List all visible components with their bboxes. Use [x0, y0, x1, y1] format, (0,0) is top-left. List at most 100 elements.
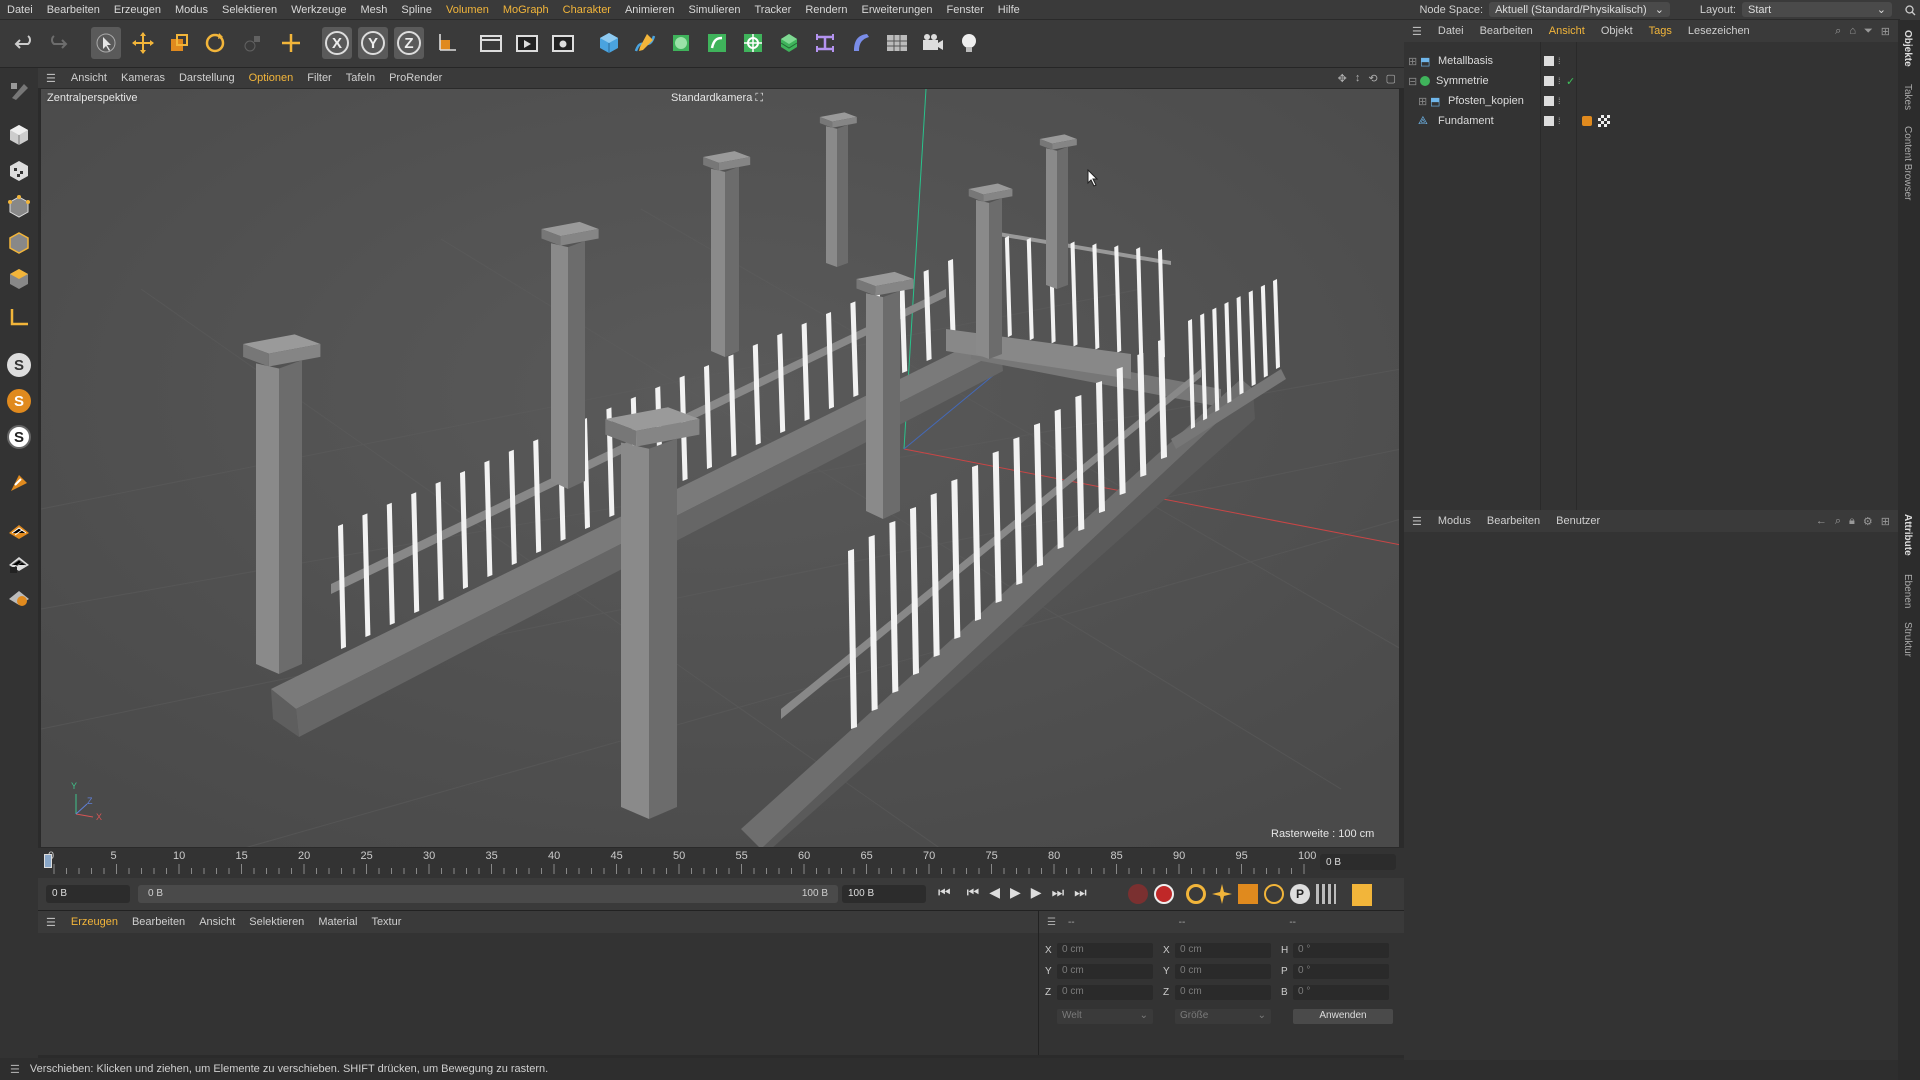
viewport-menu-optionen[interactable]: Optionen [242, 72, 301, 84]
rotate-view-icon[interactable]: ⟲ [1368, 72, 1377, 85]
workplane-snap-icon[interactable]: S [4, 422, 34, 452]
object-menu-datei[interactable]: Datei [1430, 25, 1472, 37]
tab-attribute[interactable]: Attribute [1902, 514, 1913, 556]
tab-takes[interactable]: Takes [1902, 84, 1913, 110]
coord-pos-x-field[interactable]: 0 cm [1057, 943, 1153, 958]
search-icon[interactable] [1900, 0, 1920, 20]
goto-end-icon[interactable]: ⏭ [1074, 884, 1087, 901]
object-row-symmetrie[interactable]: ⊟ Symmetrie ⁞ ✓ [1404, 72, 1898, 90]
coord-size-x-field[interactable]: 0 cm [1175, 943, 1271, 958]
menu-erweiterungen[interactable]: Erweiterungen [855, 4, 940, 16]
material-menu-ansicht[interactable]: Ansicht [192, 916, 242, 928]
menu-erzeugen[interactable]: Erzeugen [107, 4, 168, 16]
cloner-icon[interactable] [738, 27, 768, 59]
coord-size-z-field[interactable]: 0 cm [1175, 985, 1271, 1000]
menu-werkzeuge[interactable]: Werkzeuge [284, 4, 353, 16]
menu-simulieren[interactable]: Simulieren [682, 4, 748, 16]
attribute-menu-modus[interactable]: Modus [1430, 515, 1479, 527]
viewport-menu-tafeln[interactable]: Tafeln [339, 72, 382, 84]
light-icon[interactable] [954, 27, 984, 59]
points-mode-icon[interactable] [4, 192, 34, 222]
tab-struktur[interactable]: Struktur [1902, 622, 1913, 657]
menu-mesh[interactable]: Mesh [354, 4, 395, 16]
scale-key-icon[interactable] [1238, 884, 1258, 904]
tab-ebenen[interactable]: Ebenen [1902, 574, 1913, 608]
floor-environment-icon[interactable] [882, 27, 912, 59]
hamburger-icon[interactable]: ☰ [1039, 917, 1064, 928]
menu-fenster[interactable]: Fenster [939, 4, 990, 16]
add-object-icon[interactable] [276, 27, 306, 59]
record-key-icon[interactable] [1128, 884, 1148, 904]
timeline-window-icon[interactable] [1352, 884, 1372, 906]
playhead[interactable] [44, 854, 52, 868]
play-icon[interactable]: ▶ [1010, 884, 1021, 901]
menu-spline[interactable]: Spline [394, 4, 439, 16]
search-icon[interactable]: ⌕ [1835, 515, 1841, 528]
node-space-dropdown[interactable]: Aktuell (Standard/Physikalisch) ⌄ [1489, 2, 1670, 17]
live-selection-icon[interactable] [238, 27, 268, 59]
coord-pos-y-field[interactable]: 0 cm [1057, 964, 1153, 979]
parameter-key-icon[interactable]: P [1290, 884, 1310, 904]
new-window-icon[interactable]: ⊞ [1881, 515, 1890, 528]
menu-rendern[interactable]: Rendern [798, 4, 854, 16]
edges-mode-icon[interactable] [4, 228, 34, 258]
next-frame-icon[interactable]: ▶ [1031, 884, 1042, 901]
object-row-metallbasis[interactable]: ⊞ ⬒ Metallbasis ⁞ [1404, 52, 1898, 70]
x-axis-lock-icon[interactable]: X [322, 27, 352, 59]
locked-workplane-icon[interactable] [4, 548, 34, 578]
material-menu-material[interactable]: Material [311, 916, 364, 928]
home-icon[interactable]: ⌂ [1849, 25, 1856, 38]
prev-key-icon[interactable]: ⏮ [967, 884, 980, 901]
layer-checkbox-icon[interactable] [1544, 56, 1554, 66]
menu-modus[interactable]: Modus [168, 4, 215, 16]
expand-icon[interactable]: ⊟ [1408, 75, 1418, 88]
menu-hilfe[interactable]: Hilfe [991, 4, 1027, 16]
menu-datei[interactable]: Datei [0, 4, 40, 16]
render-icon[interactable] [512, 27, 542, 59]
cube-object-icon[interactable] [594, 27, 624, 59]
camera-label[interactable]: Standardkamera ⛶ [671, 92, 763, 105]
model-mode-icon[interactable] [4, 120, 34, 150]
settings-icon[interactable]: ⚙ [1863, 515, 1873, 528]
viewport-menu-darstellung[interactable]: Darstellung [172, 72, 242, 84]
range-slider[interactable]: 0 B 100 B [138, 885, 838, 903]
menu-mograph[interactable]: MoGraph [496, 4, 556, 16]
autokey-icon[interactable] [1154, 884, 1174, 904]
rotation-key-icon[interactable] [1264, 884, 1284, 904]
coord-rot-p-field[interactable]: 0 ° [1293, 964, 1389, 979]
hamburger-icon[interactable]: ☰ [38, 72, 64, 85]
position-key-icon[interactable] [1212, 884, 1232, 904]
layer-checkbox-icon[interactable] [1544, 96, 1554, 106]
layer-checkbox-icon[interactable] [1544, 116, 1554, 126]
coord-space-dropdown[interactable]: Welt ⌄ [1057, 1009, 1153, 1024]
menu-tracker[interactable]: Tracker [747, 4, 798, 16]
next-key-icon[interactable]: ⏭ [1052, 884, 1065, 901]
coord-size-y-field[interactable]: 0 cm [1175, 964, 1271, 979]
rotate-tool-icon[interactable] [200, 27, 230, 59]
menu-selektieren[interactable]: Selektieren [215, 4, 284, 16]
axis-mode-icon[interactable] [4, 302, 34, 332]
visibility-dots-icon[interactable]: ⁞ [1558, 96, 1561, 106]
move-tool-icon[interactable] [128, 27, 158, 59]
select-tool-icon[interactable] [91, 27, 121, 59]
current-frame-field[interactable]: 0 B [1320, 854, 1396, 870]
array-icon[interactable] [774, 27, 804, 59]
pan-view-icon[interactable]: ✥ [1338, 72, 1347, 85]
planar-workplane-icon[interactable] [4, 582, 34, 612]
polygons-mode-icon[interactable] [4, 264, 34, 294]
object-menu-lesezeichen[interactable]: Lesezeichen [1680, 25, 1758, 37]
search-icon[interactable]: ⌕ [1835, 25, 1841, 38]
maximize-view-icon[interactable]: ▢ [1386, 72, 1396, 85]
pen-spline-icon[interactable] [630, 27, 660, 59]
apply-button[interactable]: Anwenden [1293, 1009, 1393, 1024]
viewport-menu-filter[interactable]: Filter [300, 72, 338, 84]
layout-dropdown[interactable]: Start ⌄ [1742, 2, 1892, 17]
menu-bearbeiten[interactable]: Bearbeiten [40, 4, 107, 16]
pla-key-icon[interactable] [1316, 884, 1336, 904]
scale-tool-icon[interactable] [164, 27, 194, 59]
render-view-icon[interactable] [476, 27, 506, 59]
object-menu-bearbeiten[interactable]: Bearbeiten [1472, 25, 1541, 37]
expand-icon[interactable]: ⊞ [1408, 55, 1418, 68]
expand-icon[interactable]: ⊞ [1418, 95, 1428, 108]
extrude-generator-icon[interactable] [702, 27, 732, 59]
